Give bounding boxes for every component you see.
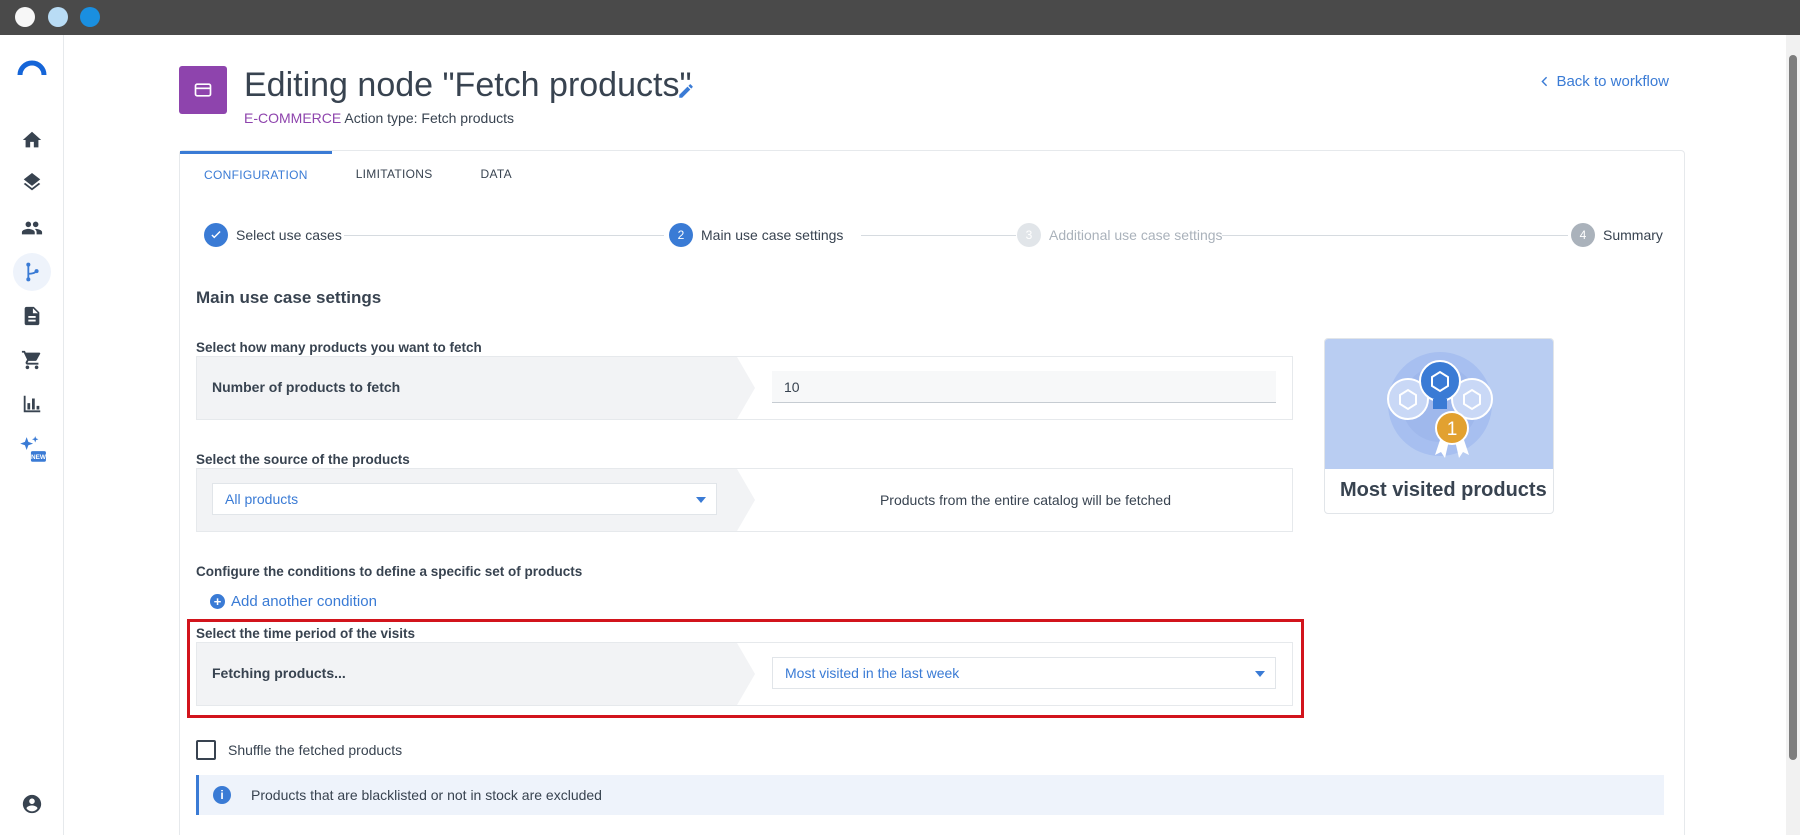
chart-icon[interactable]	[13, 385, 51, 423]
source-selected-value: All products	[225, 491, 299, 507]
configuration-card: CONFIGURATION LIMITATIONS DATA Select us…	[179, 150, 1685, 835]
add-condition-button[interactable]: + Add another condition	[210, 593, 377, 610]
app-logo-icon[interactable]	[17, 57, 47, 79]
tab-configuration[interactable]: CONFIGURATION	[180, 151, 332, 196]
page-title: Editing node "Fetch products"	[244, 66, 692, 104]
quantity-label: Select how many products you want to fet…	[196, 340, 482, 355]
time-period-row-label: Fetching products...	[212, 665, 346, 681]
action-type-label: Action type: Fetch products	[344, 110, 514, 126]
shuffle-checkbox[interactable]	[196, 740, 216, 760]
people-icon[interactable]	[13, 209, 51, 247]
step-number: 4	[1571, 223, 1595, 247]
source-select[interactable]: All products	[212, 483, 717, 515]
node-type-icon	[179, 66, 227, 114]
time-period-row: Fetching products... Most visited in the…	[196, 642, 1293, 706]
node-subtitle: E-COMMERCE Action type: Fetch products	[244, 110, 514, 126]
workflow-icon[interactable]	[13, 253, 51, 291]
home-icon[interactable]	[13, 121, 51, 159]
row-arrow	[737, 357, 755, 419]
sidebar: NEW	[0, 35, 64, 835]
step-connector	[861, 235, 1016, 236]
chevron-down-icon	[1255, 671, 1265, 677]
source-row: All products Products from the entire ca…	[196, 468, 1293, 532]
window-maximize-button[interactable]	[80, 7, 100, 27]
use-case-illustration: 1	[1325, 339, 1553, 469]
source-description: Products from the entire catalog will be…	[879, 492, 1172, 508]
tab-bar: CONFIGURATION LIMITATIONS DATA	[180, 151, 536, 196]
cart-icon[interactable]	[13, 341, 51, 379]
shuffle-label: Shuffle the fetched products	[228, 742, 403, 758]
step-connector	[1222, 235, 1568, 236]
page-scrollbar[interactable]	[1786, 35, 1800, 835]
quantity-row: Number of products to fetch	[196, 356, 1293, 420]
step-label: Main use case settings	[701, 227, 844, 243]
rank-badge: 1	[1447, 419, 1458, 440]
scrollbar-thumb[interactable]	[1789, 55, 1797, 760]
time-period-select[interactable]: Most visited in the last week	[772, 657, 1276, 689]
step-main-settings[interactable]: 2 Main use case settings	[669, 223, 843, 247]
document-icon[interactable]	[13, 297, 51, 335]
chevron-down-icon	[696, 497, 706, 503]
row-arrow	[737, 469, 755, 531]
award-box-icon: 1	[1387, 352, 1493, 458]
info-text: Products that are blacklisted or not in …	[251, 787, 602, 803]
tab-data[interactable]: DATA	[457, 151, 536, 196]
plus-icon: +	[210, 594, 225, 609]
step-label: Additional use case settings	[1049, 227, 1223, 243]
chevron-left-icon	[1541, 76, 1548, 87]
stepper: Select use cases 2 Main use case setting…	[204, 223, 1663, 247]
time-period-selected-value: Most visited in the last week	[785, 665, 960, 681]
step-label: Select use cases	[236, 227, 342, 243]
conditions-label: Configure the conditions to define a spe…	[196, 564, 583, 579]
step-summary[interactable]: 4 Summary	[1571, 223, 1663, 247]
tab-limitations[interactable]: LIMITATIONS	[332, 151, 457, 196]
row-label-area: All products	[197, 469, 737, 531]
info-banner: i Products that are blacklisted or not i…	[196, 775, 1664, 815]
quantity-row-label: Number of products to fetch	[212, 379, 401, 395]
window-close-button[interactable]	[15, 7, 35, 27]
edit-pencil-icon[interactable]	[677, 82, 695, 100]
step-number: 2	[669, 223, 693, 247]
check-icon	[204, 223, 228, 247]
back-to-workflow-link[interactable]: Back to workflow	[1541, 73, 1669, 90]
row-label-area: Fetching products...	[197, 643, 737, 705]
row-arrow	[737, 643, 755, 705]
info-icon: i	[213, 786, 231, 804]
step-label: Summary	[1603, 227, 1663, 243]
card-icon	[194, 83, 212, 97]
add-condition-label: Add another condition	[231, 593, 377, 610]
step-select-use-cases[interactable]: Select use cases	[204, 223, 342, 247]
use-case-tile[interactable]: 1 Most visited products	[1324, 338, 1554, 514]
use-case-label: Most visited products	[1340, 479, 1547, 501]
shuffle-option[interactable]: Shuffle the fetched products	[196, 740, 402, 760]
quantity-input[interactable]	[772, 371, 1276, 403]
layers-icon[interactable]	[13, 165, 51, 203]
category-label: E-COMMERCE	[244, 110, 342, 126]
window-minimize-button[interactable]	[48, 7, 68, 27]
step-connector	[344, 235, 664, 236]
time-period-label: Select the time period of the visits	[196, 626, 416, 641]
account-icon[interactable]	[13, 785, 51, 823]
section-title: Main use case settings	[196, 288, 382, 307]
step-number: 3	[1017, 223, 1041, 247]
new-badge: NEW	[31, 454, 47, 461]
source-label: Select the source of the products	[196, 452, 410, 467]
step-additional-settings[interactable]: 3 Additional use case settings	[1017, 223, 1223, 247]
back-link-label: Back to workflow	[1556, 73, 1669, 90]
ai-sparkle-icon[interactable]: NEW	[13, 431, 51, 469]
window-titlebar	[0, 0, 1800, 35]
row-label-area: Number of products to fetch	[197, 357, 737, 419]
